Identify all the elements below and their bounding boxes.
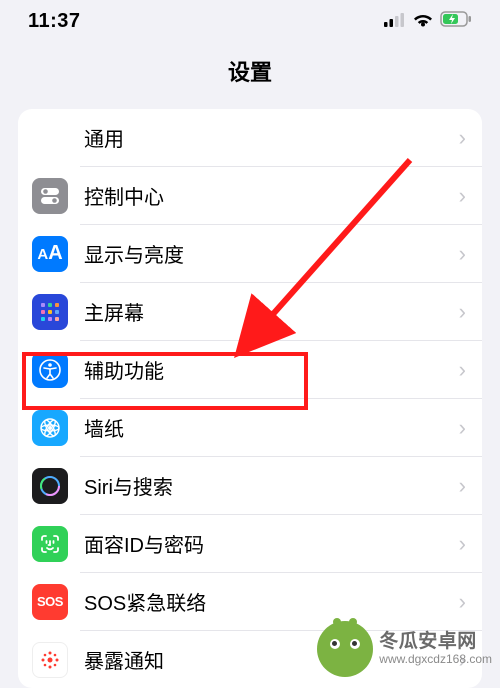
settings-card: 通用 › 控制中心 › AA 显示与亮度 › 主屏幕 › 辅助功能 › 墙纸 ›… — [18, 109, 482, 688]
siri-icon — [32, 468, 68, 504]
row-label: SOS紧急联络 — [84, 587, 459, 616]
row-label: 控制中心 — [84, 181, 459, 210]
faceid-icon — [32, 526, 68, 562]
watermark-url: www.dgxcdz168.com — [379, 653, 492, 667]
accessibility-icon — [32, 352, 68, 388]
battery-icon — [440, 10, 472, 33]
row-label: 墙纸 — [84, 413, 459, 442]
watermark-logo-icon — [317, 621, 373, 677]
exposure-icon — [32, 642, 68, 678]
cellular-icon — [384, 10, 406, 33]
sos-icon: SOS — [32, 584, 68, 620]
row-wallpaper[interactable]: 墙纸 › — [18, 399, 482, 456]
home-grid-icon — [32, 294, 68, 330]
chevron-right-icon: › — [459, 241, 466, 267]
text-size-icon: AA — [32, 236, 68, 272]
gear-icon — [32, 120, 68, 156]
wifi-icon — [412, 10, 434, 33]
row-label: Siri与搜索 — [84, 471, 459, 500]
row-general[interactable]: 通用 › — [18, 109, 482, 166]
page-title: 设置 — [0, 37, 500, 109]
chevron-right-icon: › — [459, 357, 466, 383]
row-home-screen[interactable]: 主屏幕 › — [18, 283, 482, 340]
chevron-right-icon: › — [459, 299, 466, 325]
toggles-icon — [32, 178, 68, 214]
row-faceid[interactable]: 面容ID与密码 › — [18, 515, 482, 572]
chevron-right-icon: › — [459, 473, 466, 499]
chevron-right-icon: › — [459, 589, 466, 615]
status-time: 11:37 — [28, 10, 81, 33]
row-control-center[interactable]: 控制中心 › — [18, 167, 482, 224]
chevron-right-icon: › — [459, 183, 466, 209]
row-display[interactable]: AA 显示与亮度 › — [18, 225, 482, 282]
row-siri[interactable]: Siri与搜索 › — [18, 457, 482, 514]
row-label: 通用 — [84, 123, 459, 152]
row-label: 显示与亮度 — [84, 239, 459, 268]
row-label: 主屏幕 — [84, 297, 459, 326]
status-bar: 11:37 — [0, 0, 500, 37]
status-indicators — [384, 10, 472, 33]
chevron-right-icon: › — [459, 125, 466, 151]
chevron-right-icon: › — [459, 531, 466, 557]
row-label: 面容ID与密码 — [84, 529, 459, 558]
row-label: 辅助功能 — [84, 355, 459, 384]
watermark: 冬瓜安卓网 www.dgxcdz168.com — [317, 621, 492, 677]
row-accessibility[interactable]: 辅助功能 › — [18, 341, 482, 398]
wallpaper-icon — [32, 410, 68, 446]
watermark-title: 冬瓜安卓网 — [379, 631, 492, 653]
chevron-right-icon: › — [459, 415, 466, 441]
